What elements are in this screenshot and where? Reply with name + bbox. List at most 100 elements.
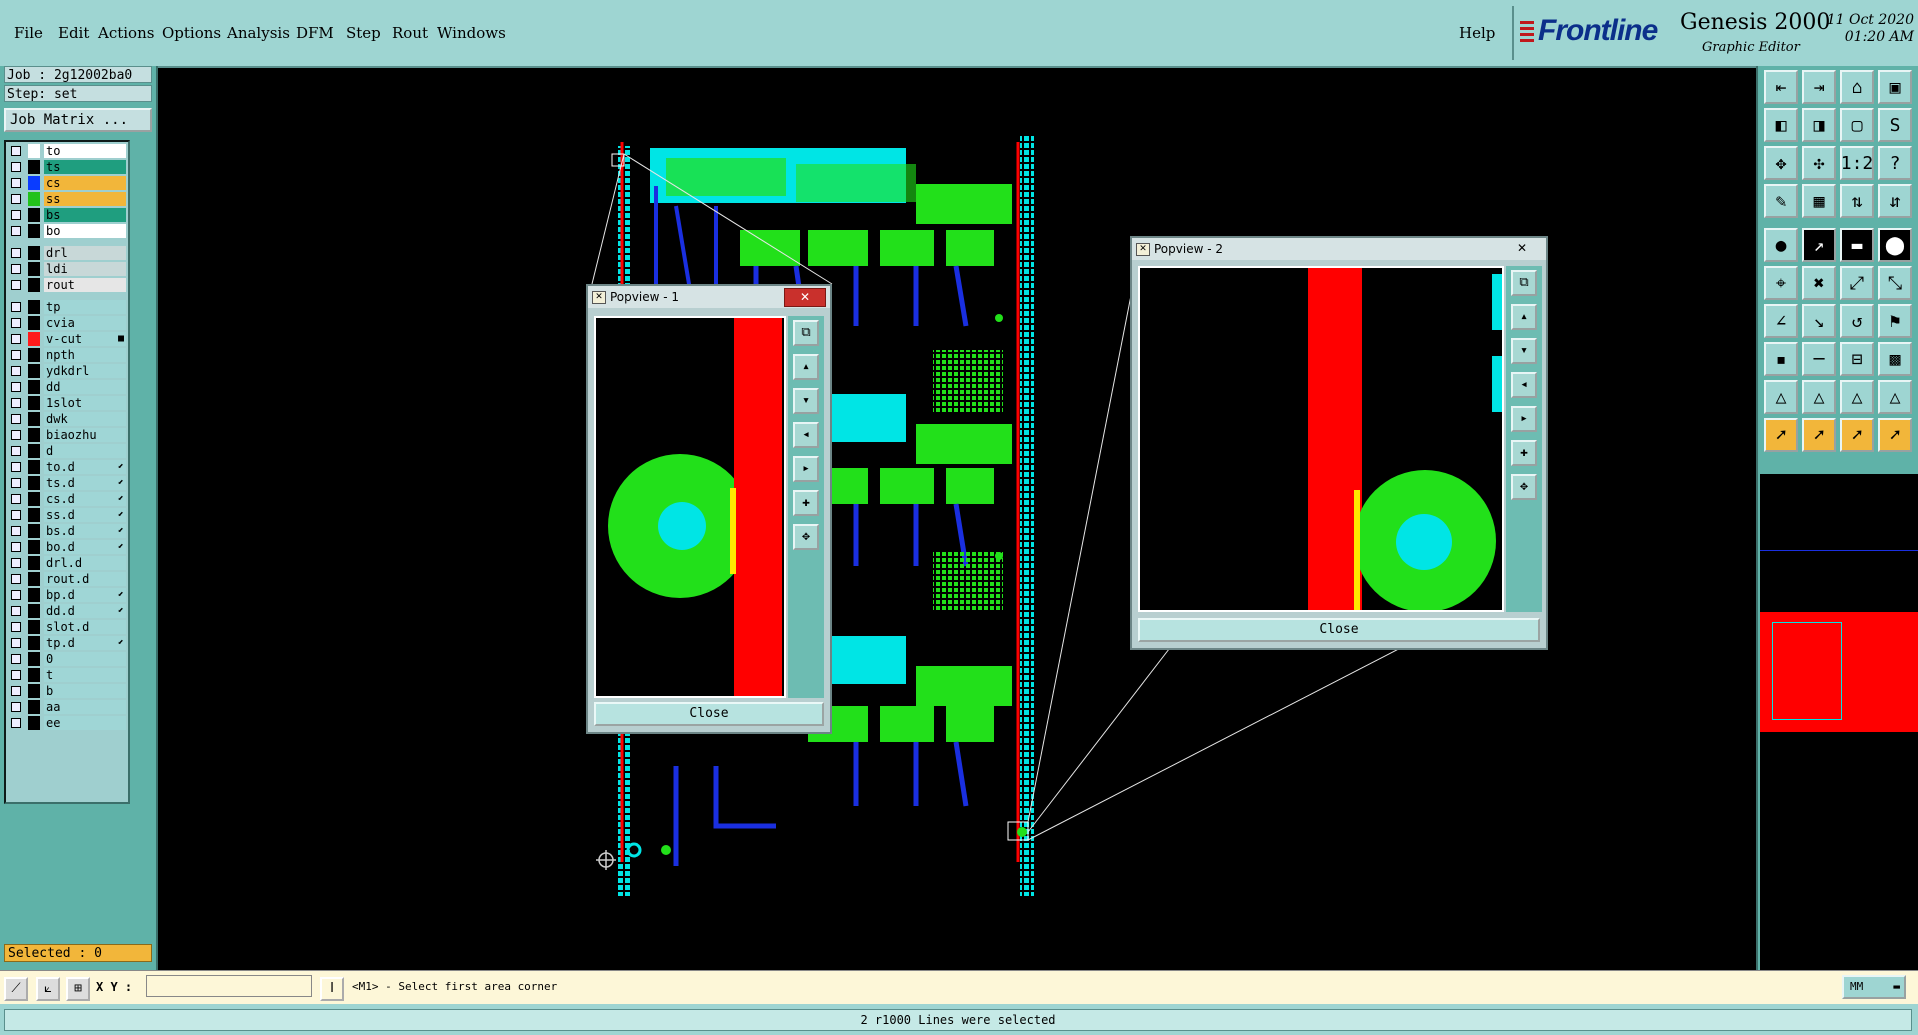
- layer-row-bs-d[interactable]: bs.d ⬋: [8, 524, 126, 538]
- layer-checkbox[interactable]: [11, 414, 21, 424]
- layer-checkbox[interactable]: [11, 264, 21, 274]
- menu-analysis[interactable]: Analysis: [227, 24, 290, 42]
- close-icon[interactable]: ✕: [1502, 240, 1542, 257]
- step-icon[interactable]: S: [1878, 108, 1912, 142]
- layer-row-cvia[interactable]: cvia: [8, 316, 126, 330]
- layer-row-dwk[interactable]: dwk: [8, 412, 126, 426]
- layer-row-biaozhu[interactable]: biaozhu: [8, 428, 126, 442]
- zoom-home-icon[interactable]: ⧉: [1511, 270, 1537, 296]
- layer-row-bs[interactable]: bs: [8, 208, 126, 222]
- edit-icon[interactable]: ✎: [1764, 184, 1798, 218]
- measure-icon[interactable]: ⟀: [36, 977, 60, 1001]
- pan-left-icon[interactable]: ◂: [793, 422, 819, 448]
- split-icon[interactable]: ⊟: [1840, 342, 1874, 376]
- layer-row-rout[interactable]: rout: [8, 278, 126, 292]
- layer-row-ydkdrl[interactable]: ydkdrl: [8, 364, 126, 378]
- layer-row-aa[interactable]: aa: [8, 700, 126, 714]
- fit-all-icon[interactable]: ✥: [1764, 146, 1798, 180]
- layer-checkbox[interactable]: [11, 280, 21, 290]
- delete-icon[interactable]: ✖: [1802, 266, 1836, 300]
- center-icon[interactable]: ✣: [1802, 146, 1836, 180]
- pad-icon[interactable]: ●: [1764, 228, 1798, 262]
- pan-left-icon[interactable]: ◂: [1511, 372, 1537, 398]
- zoom-out-icon[interactable]: ✥: [1511, 474, 1537, 500]
- zoom-in-icon[interactable]: ✚: [793, 490, 819, 516]
- menu-actions[interactable]: Actions: [98, 24, 154, 42]
- layer-checkbox[interactable]: [11, 318, 21, 328]
- layer-checkbox[interactable]: [11, 702, 21, 712]
- zoom-in-icon[interactable]: ✚: [1511, 440, 1537, 466]
- layer-row-cs[interactable]: cs: [8, 176, 126, 190]
- layer-checkbox[interactable]: [11, 350, 21, 360]
- layer-checkbox[interactable]: [11, 574, 21, 584]
- popview-2-close-button[interactable]: Close: [1138, 618, 1540, 642]
- popview-1-titlebar[interactable]: ✕ Popview - 1 ✕: [588, 286, 830, 308]
- scale-icon[interactable]: 1:2: [1840, 146, 1874, 180]
- pan-right-icon[interactable]: ▸: [793, 456, 819, 482]
- layer-row-ts[interactable]: ts: [8, 160, 126, 174]
- layer-checkbox[interactable]: [11, 430, 21, 440]
- layer-row-slot-d[interactable]: slot.d: [8, 620, 126, 634]
- layer-checkbox[interactable]: [11, 622, 21, 632]
- snap-icon[interactable]: ⟋: [4, 977, 28, 1001]
- layer-checkbox[interactable]: [11, 590, 21, 600]
- menu-options[interactable]: Options: [162, 24, 221, 42]
- flag-icon[interactable]: ⚑: [1878, 304, 1912, 338]
- layer-row-dd[interactable]: dd: [8, 380, 126, 394]
- layer-row-cs-d[interactable]: cs.d ⬋: [8, 492, 126, 506]
- layer-row-0[interactable]: 0: [8, 652, 126, 666]
- zoom-left-icon[interactable]: ⇤: [1764, 70, 1798, 104]
- layer-checkbox[interactable]: [11, 510, 21, 520]
- grid-view-icon[interactable]: ▦: [1802, 184, 1836, 218]
- menu-help[interactable]: Help: [1459, 24, 1495, 42]
- layer-row-v-cut[interactable]: v-cut ■: [8, 332, 126, 346]
- layer-row-dd-d[interactable]: dd.d ⬋: [8, 604, 126, 618]
- popview-1-close-button[interactable]: Close: [594, 702, 824, 726]
- bar-icon[interactable]: ▬: [1840, 228, 1874, 262]
- zoom-out-icon[interactable]: ✥: [793, 524, 819, 550]
- layer-row-ee[interactable]: ee: [8, 716, 126, 730]
- layer-row-tp-d[interactable]: tp.d ⬋: [8, 636, 126, 650]
- minimap[interactable]: [1760, 474, 1918, 988]
- layer-row-npth[interactable]: npth: [8, 348, 126, 362]
- popview-2-titlebar[interactable]: ✕ Popview - 2 ✕: [1132, 238, 1546, 260]
- layer-checkbox[interactable]: [11, 718, 21, 728]
- layer-checkbox[interactable]: [11, 478, 21, 488]
- layer-row-to[interactable]: to: [8, 144, 126, 158]
- layer-row-bp-d[interactable]: bp.d ⬋: [8, 588, 126, 602]
- popview-1-window[interactable]: ✕ Popview - 1 ✕ ⧉ ▴ ▾ ◂ ▸ ✚ ✥ Close: [586, 284, 832, 734]
- pan-up-icon[interactable]: ▴: [1511, 304, 1537, 330]
- layer-row-to-d[interactable]: to.d ⬋: [8, 460, 126, 474]
- pan-up-icon[interactable]: ▴: [793, 354, 819, 380]
- connect-icon[interactable]: ⌖: [1764, 266, 1798, 300]
- layer-checkbox[interactable]: [11, 462, 21, 472]
- flip-down-icon[interactable]: ⇵: [1878, 184, 1912, 218]
- fit-window-icon[interactable]: ▣: [1878, 70, 1912, 104]
- layer-checkbox[interactable]: [11, 398, 21, 408]
- layer-checkbox[interactable]: [11, 334, 21, 344]
- triangle-b-icon[interactable]: △: [1802, 380, 1836, 414]
- layer-row-1slot[interactable]: 1slot: [8, 396, 126, 410]
- grid-icon[interactable]: ⊞: [66, 977, 90, 1001]
- layer-row-bo[interactable]: bo: [8, 224, 126, 238]
- info-icon[interactable]: ǀ: [320, 977, 344, 1001]
- view-box-icon[interactable]: ▢: [1840, 108, 1874, 142]
- layer-row-tp[interactable]: tp: [8, 300, 126, 314]
- menu-dfm[interactable]: DFM: [296, 24, 334, 42]
- layer-checkbox[interactable]: [11, 558, 21, 568]
- pointer-a-icon[interactable]: ➚: [1764, 418, 1798, 452]
- layer-checkbox[interactable]: [11, 686, 21, 696]
- pointer-d-icon[interactable]: ➚: [1878, 418, 1912, 452]
- layer-checkbox[interactable]: [11, 670, 21, 680]
- triangle-d-icon[interactable]: △: [1878, 380, 1912, 414]
- flip-up-icon[interactable]: ⇅: [1840, 184, 1874, 218]
- layer-checkbox[interactable]: [11, 302, 21, 312]
- close-icon[interactable]: ✕: [784, 288, 826, 307]
- units-select[interactable]: MM ▬: [1842, 975, 1906, 999]
- stretch-icon[interactable]: ⤢: [1840, 266, 1874, 300]
- pattern-icon[interactable]: ▩: [1878, 342, 1912, 376]
- home-view-icon[interactable]: ⌂: [1840, 70, 1874, 104]
- line-add-icon[interactable]: ↗: [1802, 228, 1836, 262]
- layer-checkbox[interactable]: [11, 210, 21, 220]
- triangle-a-icon[interactable]: △: [1764, 380, 1798, 414]
